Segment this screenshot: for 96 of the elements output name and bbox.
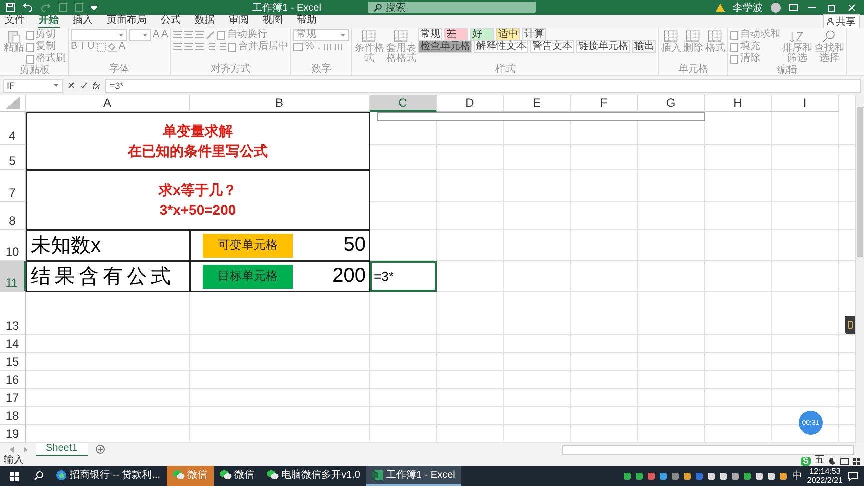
save-icon[interactable]	[6, 3, 15, 12]
row-header[interactable]: 5	[0, 145, 26, 170]
menu-tab[interactable]: 页面布局	[106, 14, 148, 28]
group-label: 样式	[494, 64, 516, 75]
user-name[interactable]: 李学波	[733, 0, 763, 14]
window-title: 工作簿1 - Excel	[252, 2, 322, 14]
notification-icon[interactable]	[848, 472, 858, 480]
row-header[interactable]: 4	[0, 112, 26, 145]
clock[interactable]: 12:14:53 2022/2/21	[807, 467, 843, 485]
row-header[interactable]: 19	[0, 425, 26, 443]
spreadsheet-icon	[372, 470, 384, 480]
row-header[interactable]: 11	[0, 261, 26, 292]
taskbar-app[interactable]: 工作簿1 - Excel	[366, 466, 462, 486]
search-field[interactable]: 搜索	[368, 2, 536, 13]
group-label: 数字	[310, 64, 332, 75]
menu-tab[interactable]: 文件	[4, 14, 26, 28]
cell-tag: 可变单元格	[203, 234, 293, 258]
row-header[interactable]: 18	[0, 407, 26, 425]
caret-icon	[54, 84, 59, 87]
column-header[interactable]: G	[638, 95, 705, 112]
sheet-tab[interactable]: Sheet1	[36, 442, 88, 456]
restore-icon[interactable]	[826, 4, 838, 12]
chat-icon	[266, 470, 279, 480]
cell-value: 200	[332, 265, 366, 288]
add-sheet-icon[interactable]	[96, 445, 105, 454]
menu-tab[interactable]: 审阅	[228, 14, 250, 28]
ime-mode[interactable]: 五	[815, 456, 825, 466]
label-cell: 未知数x	[26, 230, 190, 261]
active-cell[interactable]: =3*	[370, 261, 437, 292]
taskbar-app[interactable]: 电脑微信多开v1.0	[260, 466, 366, 486]
taskbar-app[interactable]: 招商银行 -- 贷款利...	[50, 466, 167, 486]
group-label: 单元格	[677, 64, 710, 75]
row-header[interactable]: 15	[0, 353, 26, 371]
menu-tab[interactable]: 数据	[194, 14, 216, 28]
row-header[interactable]: 13	[0, 292, 26, 335]
vertical-scrollbar[interactable]	[855, 95, 864, 443]
row-header[interactable]: 7	[0, 170, 26, 202]
column-header[interactable]: B	[190, 95, 370, 112]
ime-indicator[interactable]: 中	[792, 469, 802, 483]
caret-icon	[119, 34, 124, 36]
column-header[interactable]: I	[772, 95, 839, 112]
menu-tab[interactable]: 帮助	[296, 14, 318, 28]
formula-field[interactable]: =3*	[105, 78, 861, 92]
heading-text: 求x等于几？	[159, 182, 237, 198]
horizontal-scrollbar[interactable]	[562, 444, 854, 454]
column-header[interactable]: F	[571, 95, 638, 112]
moon-icon[interactable]	[829, 458, 836, 464]
caret-icon	[143, 34, 148, 36]
status-mode: 输入	[4, 456, 24, 466]
check-icon[interactable]	[80, 82, 88, 89]
row-header[interactable]: 10	[0, 230, 26, 261]
column-header[interactable]: C	[370, 95, 437, 112]
column-header[interactable]: H	[705, 95, 772, 112]
row-header[interactable]: 16	[0, 371, 26, 389]
browser-icon	[56, 470, 67, 480]
caret-icon	[341, 34, 346, 36]
insert-function-button[interactable]: fx	[93, 80, 100, 90]
close-icon[interactable]	[846, 4, 858, 12]
cell-tag: 目标单元格	[203, 264, 293, 288]
heading-text: 3*x+50=200	[160, 202, 236, 218]
grid-icon[interactable]	[853, 458, 860, 464]
customize-menu-icon[interactable]	[91, 5, 97, 10]
search-icon	[374, 4, 382, 12]
column-header[interactable]: E	[504, 95, 571, 112]
search-icon	[822, 30, 836, 44]
warning-icon[interactable]	[716, 4, 725, 12]
label-cell: 结果含有公式	[26, 261, 190, 292]
menu-tab[interactable]: 公式	[160, 14, 182, 28]
side-widget-icon[interactable]	[845, 316, 855, 334]
group-label: 编辑	[776, 65, 798, 76]
keyboard-icon[interactable]	[840, 458, 849, 464]
name-box[interactable]: IF	[3, 78, 63, 92]
sort-icon	[790, 30, 804, 44]
group-label: 剪贴板	[19, 65, 51, 76]
undo-icon[interactable]	[23, 3, 33, 12]
group-label: 对齐方式	[210, 64, 252, 75]
cell-value: 50	[344, 234, 366, 257]
heading-text: 在已知的条件里写公式	[128, 143, 268, 159]
menu-tab[interactable]: 插入	[72, 14, 94, 28]
avatar[interactable]	[771, 2, 781, 12]
column-header[interactable]: D	[437, 95, 504, 112]
row-header[interactable]: 17	[0, 389, 26, 407]
row-header[interactable]: 14	[0, 335, 26, 353]
ribbon-display-icon[interactable]	[789, 4, 798, 11]
heading-text: 单变量求解	[163, 123, 233, 139]
chat-icon	[172, 470, 185, 480]
column-header[interactable]: A	[26, 95, 190, 112]
group-label: 字体	[108, 64, 131, 75]
minimize-icon[interactable]	[806, 6, 818, 9]
row-header[interactable]: 8	[0, 202, 26, 230]
cancel-icon[interactable]	[68, 82, 75, 89]
taskbar-app[interactable]: 微信	[214, 466, 261, 486]
chat-icon	[220, 470, 232, 480]
menu-tab[interactable]: 视图	[262, 14, 284, 28]
person-icon	[827, 18, 834, 25]
rectangle-shape[interactable]	[377, 112, 705, 121]
